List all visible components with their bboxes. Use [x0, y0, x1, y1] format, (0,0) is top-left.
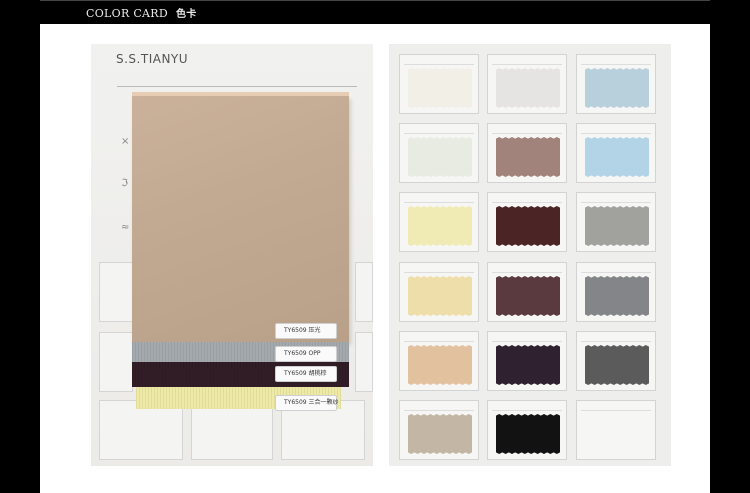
card-grid-box — [99, 332, 133, 392]
swatch-cell — [576, 123, 656, 183]
swatch-cell — [487, 192, 567, 252]
fabric-tag: TY6509 胡桃棕 — [275, 366, 337, 382]
cell-divider — [581, 341, 651, 342]
header-divider — [40, 0, 710, 1]
cell-divider — [404, 64, 474, 65]
header-bar: COLOR CARD 色卡 — [0, 0, 750, 24]
fabric-main-swatch — [132, 96, 349, 342]
fabric-swatch — [496, 345, 560, 385]
title-en: COLOR CARD — [86, 7, 168, 20]
cell-divider — [492, 410, 562, 411]
cell-divider — [581, 133, 651, 134]
fabric-swatch — [585, 206, 649, 246]
cell-divider — [404, 272, 474, 273]
fabric-swatch — [408, 137, 472, 177]
cell-divider — [492, 133, 562, 134]
cell-divider — [492, 341, 562, 342]
swatch-cell — [576, 54, 656, 114]
swatch-cell — [576, 262, 656, 322]
cell-divider — [581, 410, 651, 411]
side-mark-icon: × — [121, 136, 130, 147]
side-mark-icon: ≈ — [121, 222, 130, 233]
cell-divider — [404, 410, 474, 411]
fabric-swatch — [408, 68, 472, 108]
swatch-cell — [576, 331, 656, 391]
card-grid-box — [99, 262, 133, 322]
swatch-cell — [576, 400, 656, 460]
cell-divider — [581, 272, 651, 273]
cell-divider — [404, 133, 474, 134]
cell-divider — [581, 64, 651, 65]
fabric-swatch — [496, 206, 560, 246]
fabric-swatch — [585, 345, 649, 385]
cell-divider — [404, 202, 474, 203]
page-title: COLOR CARD 色卡 — [86, 5, 197, 20]
swatch-cell — [487, 331, 567, 391]
swatch-cell — [576, 192, 656, 252]
cell-divider — [492, 272, 562, 273]
side-mark-icon: ℑ — [121, 178, 128, 189]
swatch-cell — [487, 54, 567, 114]
fabric-swatch — [585, 137, 649, 177]
card-grid-box — [355, 262, 373, 322]
fabric-swatch — [408, 345, 472, 385]
cell-divider — [404, 341, 474, 342]
fabric-tag: TY6509 压光 — [275, 323, 337, 339]
card-grid-box — [191, 400, 273, 460]
fabric-swatch — [496, 68, 560, 108]
swatch-cell — [399, 400, 479, 460]
swatch-cell — [487, 400, 567, 460]
swatch-cell — [399, 54, 479, 114]
swatch-cell — [487, 262, 567, 322]
title-cn: 色卡 — [176, 9, 197, 20]
fabric-swatch — [585, 68, 649, 108]
fabric-swatch — [496, 276, 560, 316]
swatch-cell — [399, 123, 479, 183]
card-grid-box — [355, 332, 373, 392]
card-grid-box — [99, 400, 183, 460]
fabric-tag: TY6509 OPP — [275, 346, 337, 362]
brand-logo: S.S.TIANYU — [116, 52, 189, 66]
cell-divider — [492, 202, 562, 203]
color-grid-photo — [389, 44, 671, 466]
fabric-card-photo: S.S.TIANYU × ℑ ≈ TY6509 压光 TY6509 OPP TY… — [91, 44, 373, 466]
cell-divider — [581, 202, 651, 203]
fabric-swatch — [585, 276, 649, 316]
cell-divider — [492, 64, 562, 65]
fabric-swatch — [408, 276, 472, 316]
swatch-cell — [399, 192, 479, 252]
fabric-swatch — [496, 414, 560, 454]
fabric-swatch — [408, 414, 472, 454]
swatch-cell — [399, 331, 479, 391]
fabric-swatch — [496, 137, 560, 177]
swatch-cell — [487, 123, 567, 183]
swatch-cell — [399, 262, 479, 322]
fabric-tag: TY6509 三合一颗纱 — [275, 395, 339, 411]
spec-divider — [117, 86, 357, 87]
content-canvas: S.S.TIANYU × ℑ ≈ TY6509 压光 TY6509 OPP TY… — [40, 24, 710, 493]
fabric-swatch — [408, 206, 472, 246]
